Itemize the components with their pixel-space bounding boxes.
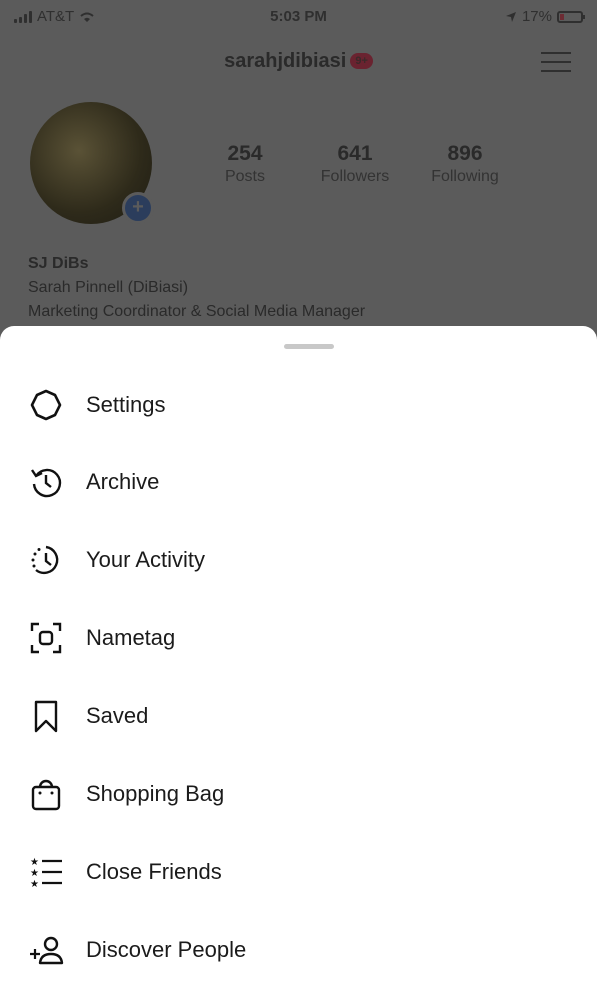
menu-item-label: Close Friends xyxy=(86,859,222,884)
menu-item-label: Archive xyxy=(86,469,160,494)
svg-text:★: ★ xyxy=(30,868,39,879)
activity-icon xyxy=(26,540,66,580)
svg-text:★: ★ xyxy=(30,879,39,890)
location-icon xyxy=(505,11,516,22)
stat-following[interactable]: 896 Following xyxy=(410,142,520,186)
profile-backdrop: AT&T 5:03 PM 17% sarahjdibiasi 9+ + 254 P… xyxy=(0,0,597,340)
display-name: SJ DiBs xyxy=(28,255,89,272)
menu-item-label: Saved xyxy=(86,703,149,728)
menu-item-discover-people[interactable]: Discover People xyxy=(0,911,597,984)
bookmark-icon xyxy=(26,696,66,736)
stat-value: 896 xyxy=(447,142,483,165)
menu-item-archive[interactable]: Archive xyxy=(0,443,597,521)
close-friends-icon: ★ ★ ★ xyxy=(26,852,66,892)
menu-item-label: Settings xyxy=(86,392,166,417)
hamburger-menu-icon[interactable] xyxy=(541,50,571,74)
stat-value: 641 xyxy=(337,142,373,165)
menu-item-label: Discover People xyxy=(86,937,247,962)
archive-icon xyxy=(26,462,66,502)
menu-item-label: Nametag xyxy=(86,625,176,650)
menu-item-label: Your Activity xyxy=(86,547,206,572)
profile-username: sarahjdibiasi 9+ xyxy=(0,50,597,73)
menu-item-close-friends[interactable]: ★ ★ ★ Close Friends xyxy=(0,833,597,911)
bio-line: Sarah Pinnell (DiBiasi) xyxy=(28,279,189,296)
menu-item-shopping-bag[interactable]: Shopping Bag xyxy=(0,755,597,833)
profile-bio: SJ DiBs Sarah Pinnell (DiBiasi) Marketin… xyxy=(28,252,365,324)
stat-label: Following xyxy=(431,168,499,185)
stat-posts[interactable]: 254 Posts xyxy=(190,142,300,186)
menu-item-nametag[interactable]: Nametag xyxy=(0,599,597,677)
status-bar: AT&T 5:03 PM 17% xyxy=(0,6,597,30)
nametag-icon xyxy=(26,618,66,658)
settings-icon xyxy=(26,385,66,425)
options-sheet: Settings Archive Your Activity Nametag S… xyxy=(0,326,597,984)
stat-label: Followers xyxy=(320,168,390,185)
svg-text:★: ★ xyxy=(30,857,39,868)
shopping-bag-icon xyxy=(26,774,66,814)
bio-line: Marketing Coordinator & Social Media Man… xyxy=(28,303,366,320)
menu-item-your-activity[interactable]: Your Activity xyxy=(0,521,597,599)
battery-icon xyxy=(557,10,585,23)
username-text: sarahjdibiasi xyxy=(224,50,347,72)
sheet-grabber[interactable] xyxy=(284,344,334,349)
status-right: 17% xyxy=(505,8,585,25)
stat-label: Posts xyxy=(224,168,265,185)
stat-value: 254 xyxy=(227,142,263,165)
menu-item-settings[interactable]: Settings xyxy=(0,366,597,444)
profile-stats: 254 Posts 641 Followers 896 Following xyxy=(190,142,520,186)
menu-item-saved[interactable]: Saved xyxy=(0,677,597,755)
menu-item-label: Shopping Bag xyxy=(86,781,225,806)
stat-followers[interactable]: 641 Followers xyxy=(300,142,410,186)
add-person-icon xyxy=(26,930,66,970)
battery-percent: 17% xyxy=(521,8,552,25)
notification-badge: 9+ xyxy=(350,53,373,69)
add-story-icon[interactable]: + xyxy=(122,192,154,224)
